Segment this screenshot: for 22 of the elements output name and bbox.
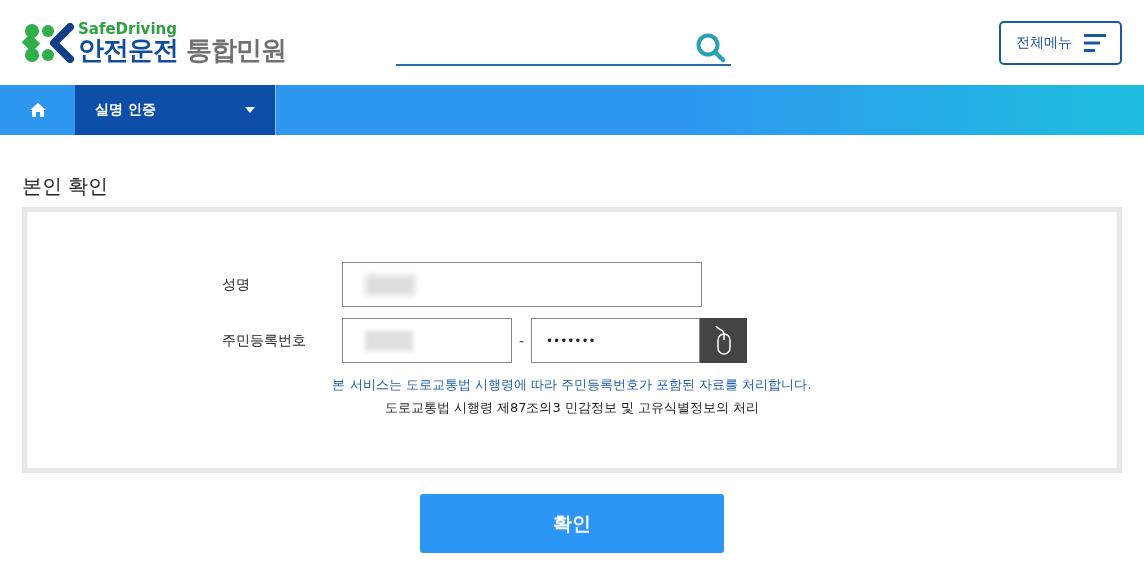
logo-suffix: 통합민원	[186, 37, 286, 63]
search-field[interactable]	[396, 31, 731, 66]
page-title: 본인 확인	[22, 173, 110, 200]
logo-name: 안전운전	[78, 37, 178, 63]
mouse-button[interactable]	[700, 318, 747, 363]
menu-icon	[1083, 32, 1106, 53]
name-field[interactable]	[342, 262, 702, 307]
breadcrumb-dropdown[interactable]: 실명 인증	[75, 85, 276, 135]
caret-icon	[245, 107, 255, 113]
full-menu-button[interactable]: 전체메뉴	[999, 20, 1122, 65]
logo-icon	[22, 22, 74, 63]
logo-tagline: SafeDriving	[78, 22, 177, 37]
id-front-field[interactable]	[342, 318, 512, 363]
home-icon	[29, 103, 46, 117]
id-back-field[interactable]: •••••••	[531, 318, 700, 363]
field-label: 성명	[222, 275, 251, 294]
search-icon[interactable]	[695, 32, 727, 63]
separator: -	[517, 332, 526, 349]
legal-text: 도로교통법 시행령 제87조의3 민감정보 및 고유식별정보의 처리	[384, 399, 760, 417]
notice-text: 본 서비스는 도로교통법 시행령에 따라 주민등록번호가 포함된 자료를 처리합니다.	[332, 376, 812, 394]
field-label: 주민등록번호	[222, 331, 307, 350]
mouse-icon	[714, 325, 733, 356]
